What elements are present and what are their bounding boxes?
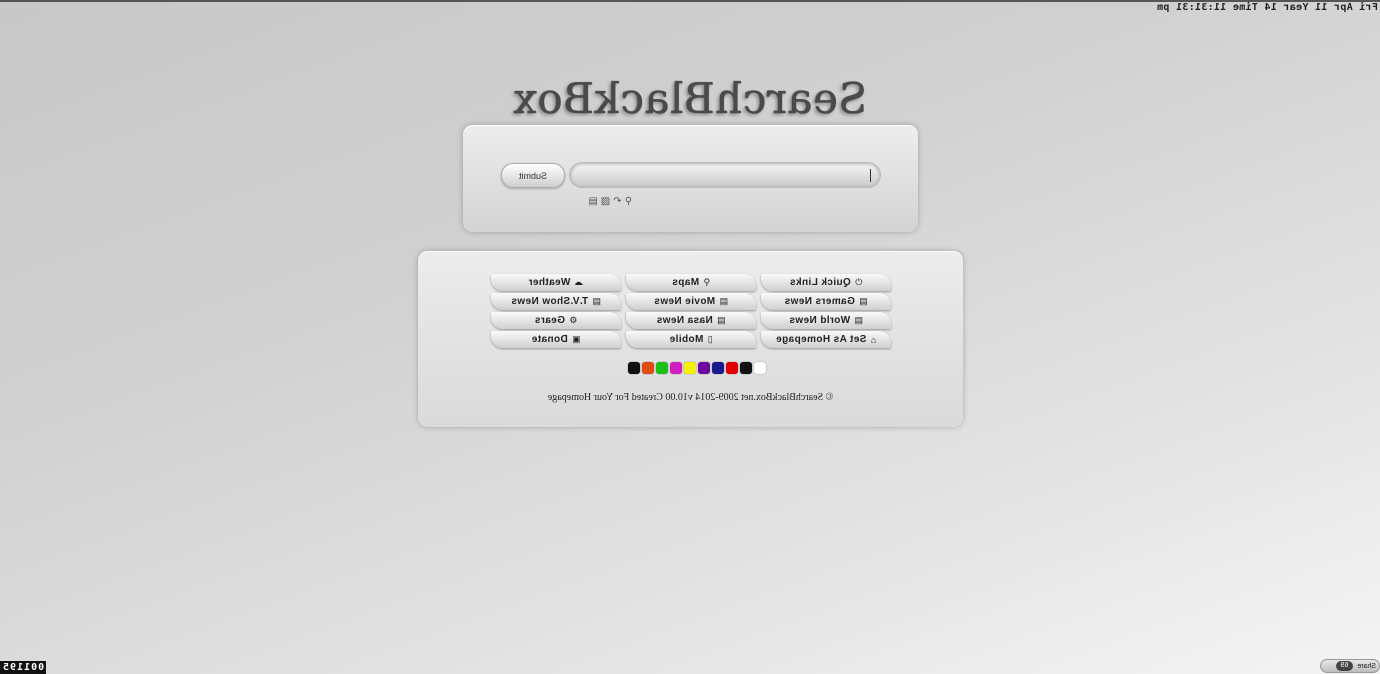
link-label: Gears — [534, 315, 565, 326]
power-icon: ⏻ — [854, 277, 863, 287]
link-label: T.V.Show News — [511, 296, 589, 307]
datetime-display: Fri Apr 11 Year 14 Time 11:31:31 pm — [1156, 2, 1378, 13]
newspaper-icon: ▤ — [858, 296, 868, 306]
color-swatch-3[interactable] — [712, 362, 724, 374]
color-swatch-6[interactable] — [670, 362, 682, 374]
link-weather[interactable]: ☁ Weather — [491, 274, 621, 291]
color-swatch-9[interactable] — [628, 362, 640, 374]
newspaper-icon: ▤ — [854, 315, 863, 325]
link-grid: ⏻ Quick Links ⚲ Maps ☁ Weather ▤ Gamers News… — [491, 274, 891, 348]
color-swatch-4[interactable] — [698, 362, 710, 374]
link-label: Donate — [531, 334, 568, 345]
search-input[interactable] — [569, 162, 881, 188]
newspaper-icon: ▤ — [719, 296, 729, 306]
footer-copyright: © SearchBlackBox.net 2009-2014 v10.00 Cr… — [547, 392, 834, 403]
cloud-icon: ☁ — [574, 277, 584, 287]
link-label: Mobile — [669, 334, 704, 345]
link-label: Weather — [528, 277, 571, 288]
link-maps[interactable]: ⚲ Maps — [626, 274, 756, 291]
color-swatch-8[interactable] — [642, 362, 654, 374]
link-label: Quick Links — [789, 277, 851, 288]
share-label: Share — [1357, 662, 1376, 670]
doc-icon[interactable]: ▤ — [588, 196, 597, 207]
color-swatch-0[interactable] — [754, 362, 766, 374]
links-panel: ⏻ Quick Links ⚲ Maps ☁ Weather ▤ Gamers News… — [418, 251, 963, 427]
newspaper-icon: ▤ — [592, 296, 601, 306]
link-label: Gamers News — [784, 296, 855, 307]
link-gamers-news[interactable]: ▤ Gamers News — [761, 293, 891, 310]
gear-icon: ⚙ — [568, 315, 578, 325]
share-button[interactable]: Share 69 — [1320, 659, 1380, 673]
submit-button[interactable]: Submit — [501, 163, 565, 188]
link-movie-news[interactable]: ▤ Movie News — [626, 293, 756, 310]
link-gears[interactable]: ⚙ Gears — [491, 312, 621, 329]
link-donate[interactable]: ▣ Donate — [491, 331, 621, 348]
money-icon: ▣ — [571, 334, 581, 344]
link-label: World News — [789, 315, 851, 326]
color-swatch-7[interactable] — [656, 362, 668, 374]
site-logo: SearchBlackBox — [512, 74, 868, 123]
color-swatch-2[interactable] — [726, 362, 738, 374]
undo-icon[interactable]: ↶ — [613, 196, 621, 207]
visitor-counter: 001195 — [0, 661, 47, 674]
link-label: Set As Homepage — [775, 334, 867, 345]
image-icon[interactable]: ▧ — [601, 196, 610, 207]
link-label: Movie News — [653, 296, 716, 307]
search-icon[interactable]: ⚲ — [625, 196, 632, 207]
link-quick-links[interactable]: ⏻ Quick Links — [761, 274, 891, 291]
search-panel: Submit ⚲ ↶ ▧ ▤ — [463, 125, 918, 232]
link-label: Maps — [671, 277, 700, 288]
mobile-icon: ▯ — [707, 334, 713, 344]
search-engine-icons: ⚲ ↶ ▧ ▤ — [588, 196, 632, 207]
color-swatch-1[interactable] — [740, 362, 752, 374]
link-tv-show-news[interactable]: ▤ T.V.Show News — [491, 293, 621, 310]
link-set-as-homepage[interactable]: ⌂ Set As Homepage — [761, 331, 891, 348]
link-mobile[interactable]: ▯ Mobile — [626, 331, 756, 348]
map-pin-icon: ⚲ — [703, 277, 711, 287]
text-cursor — [870, 169, 871, 182]
link-world-news[interactable]: ▤ World News — [761, 312, 891, 329]
link-nasa-news[interactable]: ▤ Nasa News — [626, 312, 756, 329]
color-swatch-5[interactable] — [684, 362, 696, 374]
share-count: 69 — [1335, 661, 1354, 671]
link-label: Nasa News — [656, 315, 713, 326]
home-icon: ⌂ — [870, 334, 877, 345]
theme-color-swatches — [628, 362, 766, 374]
newspaper-icon: ▤ — [716, 315, 726, 325]
